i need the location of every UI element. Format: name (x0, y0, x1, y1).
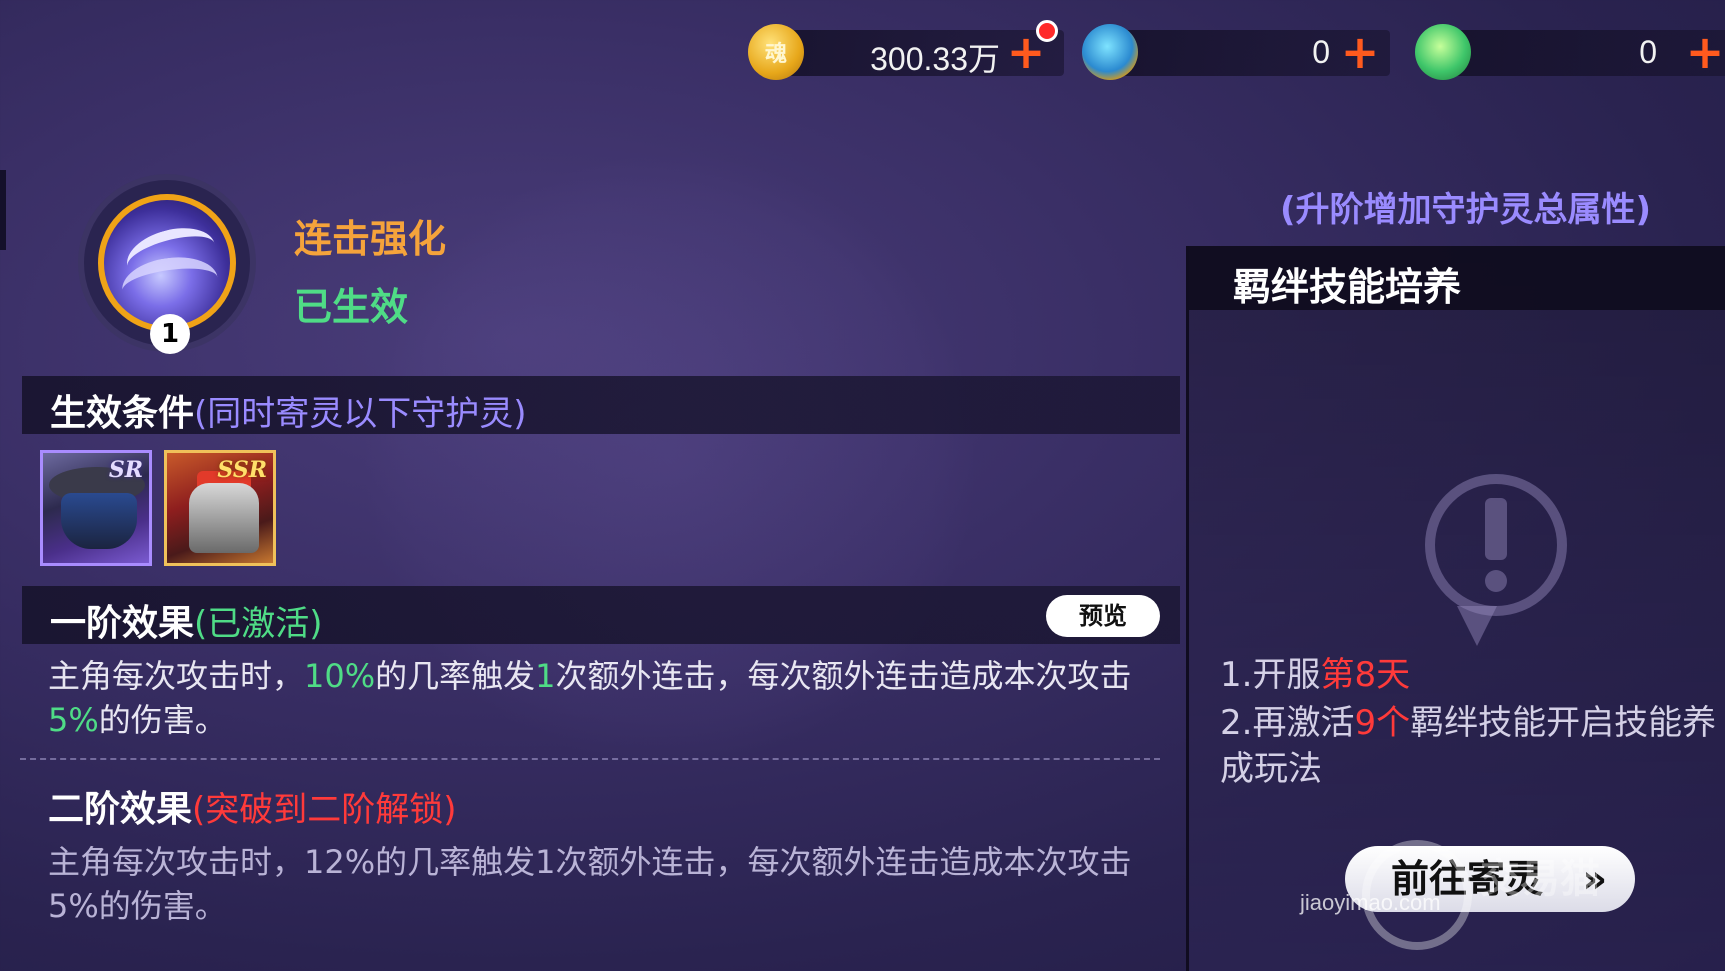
guardian-card-sr[interactable]: SR (40, 450, 152, 566)
desc-highlight: 10% (304, 657, 376, 695)
req-highlight: 第8天 (1320, 655, 1411, 695)
currency-value: 0 (1639, 34, 1657, 70)
condition-subtitle: (同时寄灵以下守护灵) (194, 394, 527, 434)
exclamation-dot (1485, 570, 1507, 592)
currency-value: 300.33万 (870, 41, 1000, 77)
effect1-header: 一阶效果(已激活) 预览 (22, 586, 1180, 644)
add-green-token-button[interactable]: + (1685, 29, 1725, 75)
preview-button[interactable]: 预览 (1046, 595, 1160, 637)
effect1-state: (已激活) (194, 604, 323, 644)
effect2-state: (突破到二阶解锁) (192, 790, 457, 830)
currency-green-token: 0 + (1415, 24, 1725, 80)
effect2-title: 二阶效果(突破到二阶解锁) (48, 780, 457, 832)
desc-text: 的几率触发 (375, 657, 536, 695)
req-text: 2.再激活 (1220, 703, 1355, 743)
skill-status: 已生效 (294, 285, 409, 329)
panel-title: 羁绊技能培养 (1233, 265, 1462, 309)
gold-coin-icon: 魂 (748, 24, 804, 80)
effect1-title: 一阶效果(已激活) (50, 594, 323, 646)
currency-value: 0 (1312, 34, 1330, 70)
green-spirit-icon (1415, 24, 1471, 80)
left-edge-tab (0, 170, 6, 250)
effect1-description: 主角每次攻击时，10%的几率触发1次额外连击，每次额外连击造成本次攻击 5%的伤害… (48, 654, 1168, 742)
exclamation-bubble-icon (1425, 474, 1567, 646)
effect2-description: 主角每次攻击时，12%的几率触发1次额外连击，每次额外连击造成本次攻击5%的伤害… (48, 843, 1132, 925)
red-mecha-guardian-portrait (189, 483, 259, 553)
desc-text: 次额外连击，每次额外连击造成本次攻击 (555, 657, 1132, 695)
desc-text: 的伤害。 (98, 701, 227, 739)
crescent-moon-skill-icon[interactable]: 1 (84, 180, 250, 354)
effect2-title-text: 二阶效果 (48, 789, 193, 830)
rarity-badge: SR (108, 457, 143, 483)
requirement-1: 1.开服第8天 (1220, 652, 1725, 698)
watermark-name: 交易猫 (1480, 856, 1600, 902)
watermark-url: jiaoyimao.com (1300, 890, 1441, 915)
desc-highlight: 1 (535, 657, 556, 695)
condition-title-text: 生效条件 (50, 393, 195, 434)
req-text: 1.开服 (1220, 655, 1321, 695)
req-highlight: 9个 (1354, 703, 1411, 743)
bubble-tail (1457, 606, 1497, 646)
desc-text: 主角每次攻击时， (48, 657, 305, 695)
alert-dot-icon (1036, 20, 1058, 42)
upgrade-hint: (升阶增加守护灵总属性) (1280, 190, 1652, 230)
guardian-card-ssr[interactable]: SSR (164, 450, 276, 566)
ninja-guardian-portrait (61, 493, 137, 549)
currency-gold: 魂 300.33万 + (748, 20, 1068, 80)
skill-name: 连击强化 (294, 217, 447, 261)
currency-blue-token: 0 + (1082, 24, 1402, 80)
dragon-medal-icon (1082, 24, 1138, 80)
desc-highlight: 5% (48, 701, 99, 739)
rarity-badge: SSR (217, 457, 267, 483)
dashed-divider (20, 758, 1160, 760)
skill-icon-ring (98, 194, 236, 332)
effect1-title-text: 一阶效果 (50, 603, 195, 644)
add-blue-token-button[interactable]: + (1340, 29, 1380, 75)
skill-level-badge: 1 (150, 314, 190, 354)
condition-header: 生效条件(同时寄灵以下守护灵) (22, 376, 1180, 434)
requirement-2: 2.再激活9个羁绊技能开启技能养成玩法 (1220, 700, 1725, 792)
exclamation-stroke (1485, 498, 1507, 560)
condition-title: 生效条件(同时寄灵以下守护灵) (50, 384, 527, 436)
